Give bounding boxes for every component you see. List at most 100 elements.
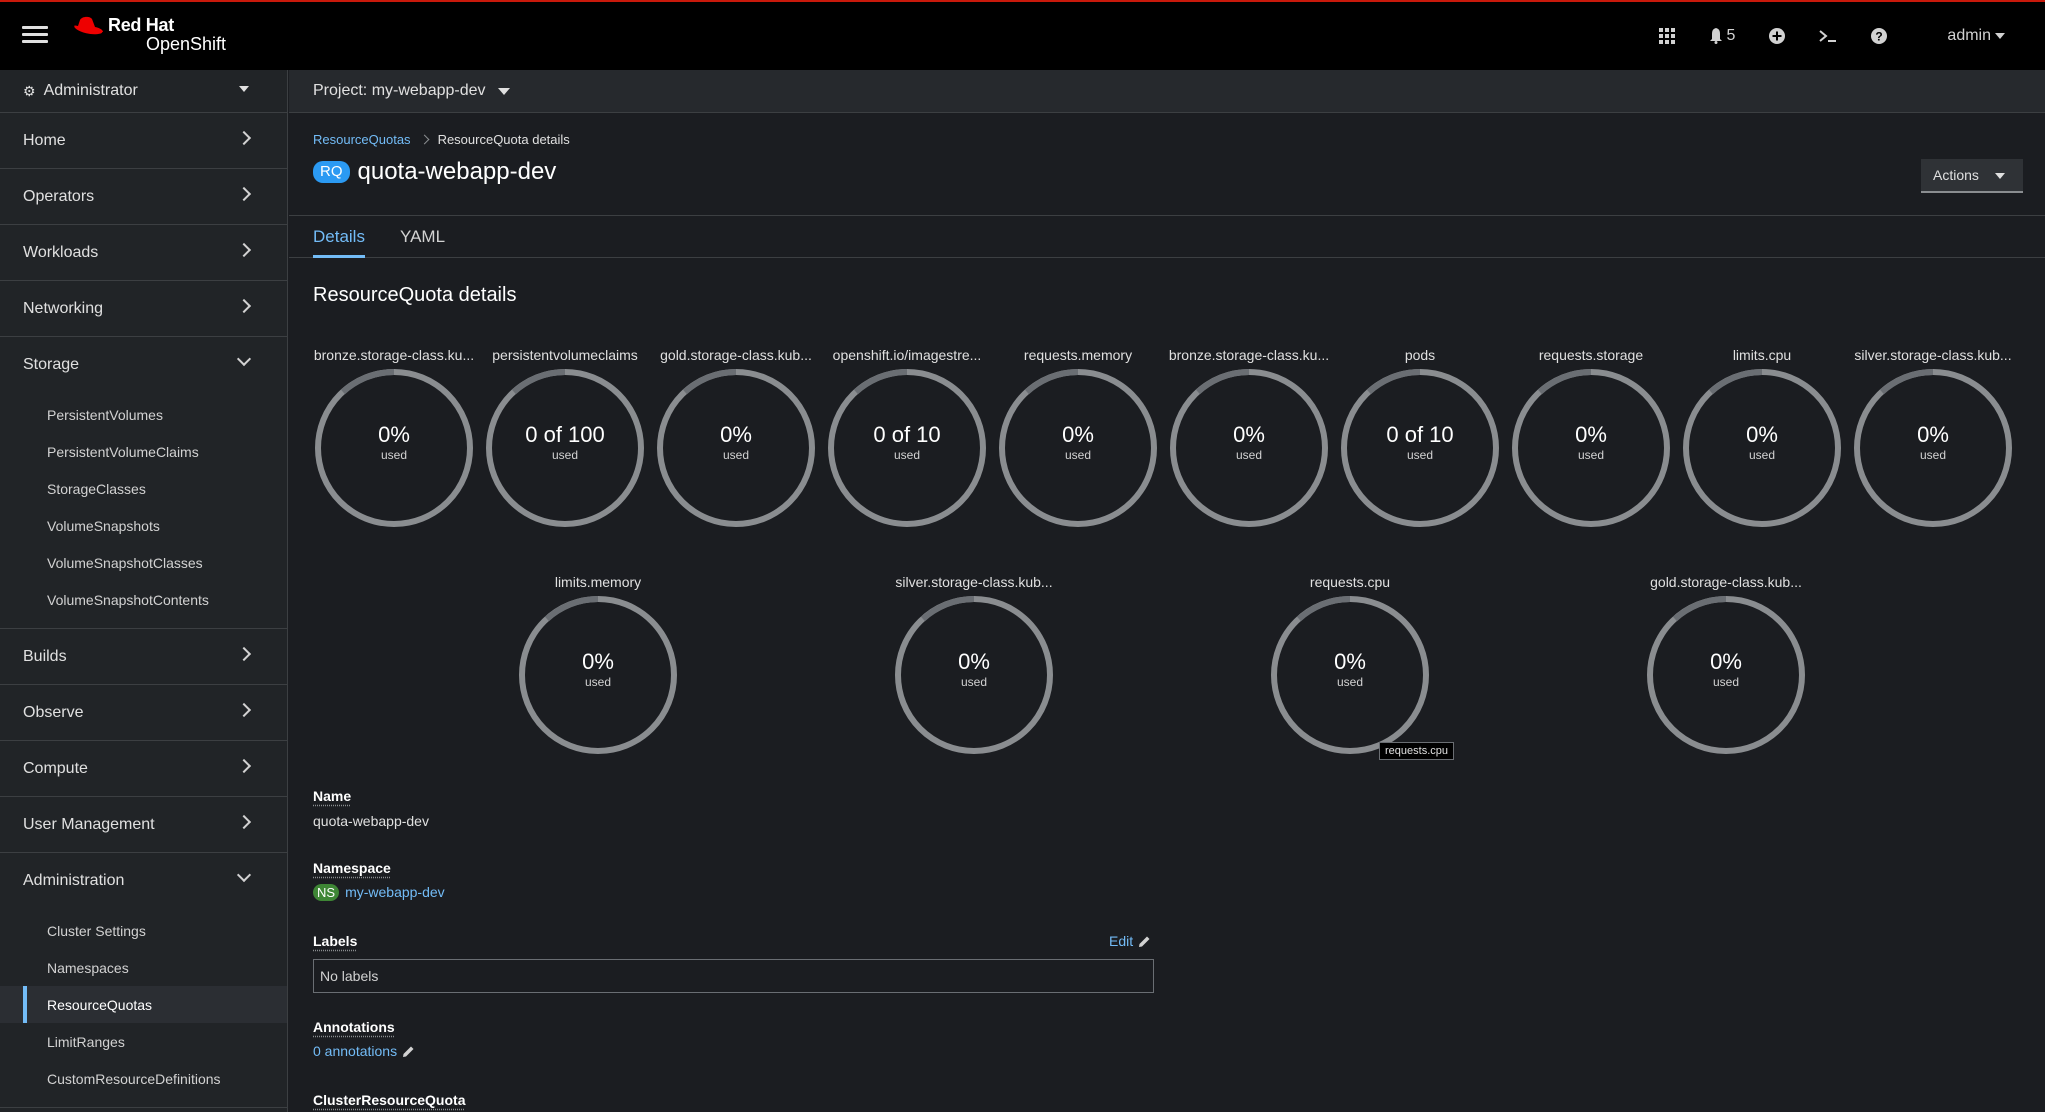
quota-gauge[interactable]: pods 0 of 10 used bbox=[1338, 345, 1502, 529]
gauge-used-label: used bbox=[1748, 448, 1776, 462]
chevron-right-icon bbox=[236, 298, 252, 314]
nav-workloads-label: Workloads bbox=[23, 243, 99, 261]
gauge-value: 0% bbox=[1746, 422, 1778, 447]
gauge-value: 0 of 10 bbox=[873, 422, 941, 447]
gauge-used-label: used bbox=[960, 675, 988, 689]
labels-edit-button[interactable]: Edit bbox=[1109, 933, 1151, 949]
annotations-value: 0 annotations bbox=[313, 1043, 415, 1059]
perspective-switcher[interactable]: ⚙ Administrator bbox=[0, 70, 287, 113]
quota-gauge[interactable]: bronze.storage-class.ku... 0% used bbox=[312, 345, 476, 529]
nav-section-home: Home bbox=[0, 113, 287, 169]
gauge-used-label: used bbox=[1712, 675, 1740, 689]
nav-storage[interactable]: Storage bbox=[0, 337, 287, 392]
resource-name-heading: quota-webapp-dev bbox=[357, 158, 557, 185]
nav-workloads[interactable]: Workloads bbox=[0, 225, 287, 280]
notifications-button[interactable]: 5 bbox=[1709, 27, 1736, 45]
gauge-label: requests.memory bbox=[1023, 347, 1133, 363]
namespace-value: NS my-webapp-dev bbox=[313, 884, 445, 901]
quota-gauge[interactable]: gold.storage-class.kub... 0% used bbox=[1644, 572, 1808, 756]
quota-gauge[interactable]: silver.storage-class.kub... 0% used bbox=[1851, 345, 2015, 529]
terminal-icon[interactable] bbox=[1819, 29, 1837, 43]
quota-gauge[interactable]: limits.memory 0% used bbox=[516, 572, 680, 756]
gauge-label: limits.cpu bbox=[1732, 347, 1792, 363]
gauge-ring: 0% used bbox=[1681, 367, 1843, 529]
sidebar-item-volumesnapshotclasses[interactable]: VolumeSnapshotClasses bbox=[0, 544, 287, 581]
sidebar-item-limitranges[interactable]: LimitRanges bbox=[0, 1023, 287, 1060]
breadcrumb-resourcequotas-link[interactable]: ResourceQuotas bbox=[313, 132, 411, 147]
gauge-label: silver.storage-class.kub... bbox=[1854, 347, 2012, 363]
nav-observe[interactable]: Observe bbox=[0, 685, 287, 740]
sidebar-item-persistentvolumes[interactable]: PersistentVolumes bbox=[0, 396, 287, 433]
redhat-hat-icon bbox=[72, 16, 104, 36]
add-icon[interactable] bbox=[1769, 28, 1786, 44]
sidebar-item-namespaces[interactable]: Namespaces bbox=[0, 949, 287, 986]
nav-operators-label: Operators bbox=[23, 187, 95, 205]
quota-gauge[interactable]: requests.cpu 0% used bbox=[1268, 572, 1432, 756]
labels-label: Labels bbox=[313, 933, 358, 949]
rq-badge: RQ bbox=[313, 161, 350, 183]
tab-bar: Details YAML bbox=[289, 215, 2045, 258]
gauge-used-label: used bbox=[722, 448, 750, 462]
sidebar-item-cluster-settings[interactable]: Cluster Settings bbox=[0, 912, 287, 949]
gauge-ring: 0% used bbox=[655, 367, 817, 529]
nav-user-management[interactable]: User Management bbox=[0, 797, 287, 852]
tab-details[interactable]: Details bbox=[313, 216, 365, 258]
sidebar-item-customresourcedefinitions[interactable]: CustomResourceDefinitions bbox=[0, 1060, 287, 1097]
annotations-link[interactable]: 0 annotations bbox=[313, 1043, 397, 1059]
user-menu[interactable]: admin bbox=[1947, 27, 2005, 45]
gauge-used-label: used bbox=[1577, 448, 1605, 462]
gauge-ring: 0% used bbox=[893, 594, 1055, 756]
nav-compute-label: Compute bbox=[23, 759, 88, 777]
chevron-right-icon bbox=[236, 130, 252, 146]
quota-gauge[interactable]: gold.storage-class.kub... 0% used bbox=[654, 345, 818, 529]
name-value: quota-webapp-dev bbox=[313, 813, 429, 829]
nav-administration[interactable]: Administration bbox=[0, 853, 287, 908]
quota-gauge[interactable]: limits.cpu 0% used bbox=[1680, 345, 1844, 529]
caret-down-icon bbox=[497, 87, 510, 95]
quota-gauge[interactable]: persistentvolumeclaims 0 of 100 used bbox=[483, 345, 647, 529]
sidebar-item-persistentvolumeclaims[interactable]: PersistentVolumeClaims bbox=[0, 433, 287, 470]
quota-gauge[interactable]: requests.storage 0% used bbox=[1509, 345, 1673, 529]
sidebar-item-resourcequotas[interactable]: ResourceQuotas bbox=[0, 986, 287, 1023]
nav-compute[interactable]: Compute bbox=[0, 741, 287, 796]
gauge-label: requests.cpu bbox=[1309, 574, 1391, 590]
perspective-label: Administrator bbox=[43, 82, 138, 99]
gauge-label: gold.storage-class.kub... bbox=[660, 347, 812, 363]
notifications-count: 5 bbox=[1726, 27, 1736, 44]
chevron-right-icon bbox=[236, 646, 252, 662]
pencil-icon[interactable] bbox=[402, 1045, 415, 1058]
quota-gauge[interactable]: requests.memory 0% used bbox=[996, 345, 1160, 529]
quota-gauge[interactable]: openshift.io/imagestre... 0 of 10 used bbox=[825, 345, 989, 529]
redhat-openshift-logo[interactable]: Red Hat OpenShift bbox=[70, 16, 226, 54]
tab-yaml[interactable]: YAML bbox=[400, 216, 445, 257]
section-title: ResourceQuota details bbox=[313, 284, 517, 306]
nav-networking[interactable]: Networking bbox=[0, 281, 287, 336]
gauge-ring: 0% used bbox=[1168, 367, 1330, 529]
gauge-ring: 0% used bbox=[1269, 594, 1431, 756]
nav-section-compute: Compute bbox=[0, 741, 287, 797]
nav-builds[interactable]: Builds bbox=[0, 629, 287, 684]
masthead: Red Hat OpenShift 5 ? admin bbox=[0, 0, 2045, 70]
gauge-value: 0% bbox=[1233, 422, 1265, 447]
gauge-label: requests.storage bbox=[1538, 347, 1644, 363]
help-icon[interactable]: ? bbox=[1871, 28, 1888, 44]
gauge-used-label: used bbox=[1235, 448, 1263, 462]
nav-operators[interactable]: Operators bbox=[0, 169, 287, 224]
hamburger-menu-icon[interactable] bbox=[22, 22, 48, 48]
quota-gauge[interactable]: bronze.storage-class.ku... 0% used bbox=[1167, 345, 1331, 529]
gauge-value: 0% bbox=[582, 649, 614, 674]
gauge-used-label: used bbox=[1919, 448, 1947, 462]
gauge-label: bronze.storage-class.ku... bbox=[313, 347, 475, 363]
sidebar-item-volumesnapshotcontents[interactable]: VolumeSnapshotContents bbox=[0, 581, 287, 618]
actions-dropdown[interactable]: Actions bbox=[1921, 159, 2023, 193]
sidebar-item-volumesnapshots[interactable]: VolumeSnapshots bbox=[0, 507, 287, 544]
gauge-label: gold.storage-class.kub... bbox=[1650, 574, 1802, 590]
sidebar-item-storageclasses[interactable]: StorageClasses bbox=[0, 470, 287, 507]
clusterresourcequota-label: ClusterResourceQuota bbox=[313, 1092, 466, 1108]
nav-home[interactable]: Home bbox=[0, 113, 287, 168]
app-launcher-icon[interactable] bbox=[1658, 28, 1675, 44]
quota-gauge[interactable]: silver.storage-class.kub... 0% used bbox=[892, 572, 1056, 756]
project-selector[interactable]: Project: my-webapp-dev bbox=[289, 70, 2045, 113]
namespace-link[interactable]: my-webapp-dev bbox=[345, 884, 445, 900]
nav-networking-label: Networking bbox=[23, 299, 104, 317]
